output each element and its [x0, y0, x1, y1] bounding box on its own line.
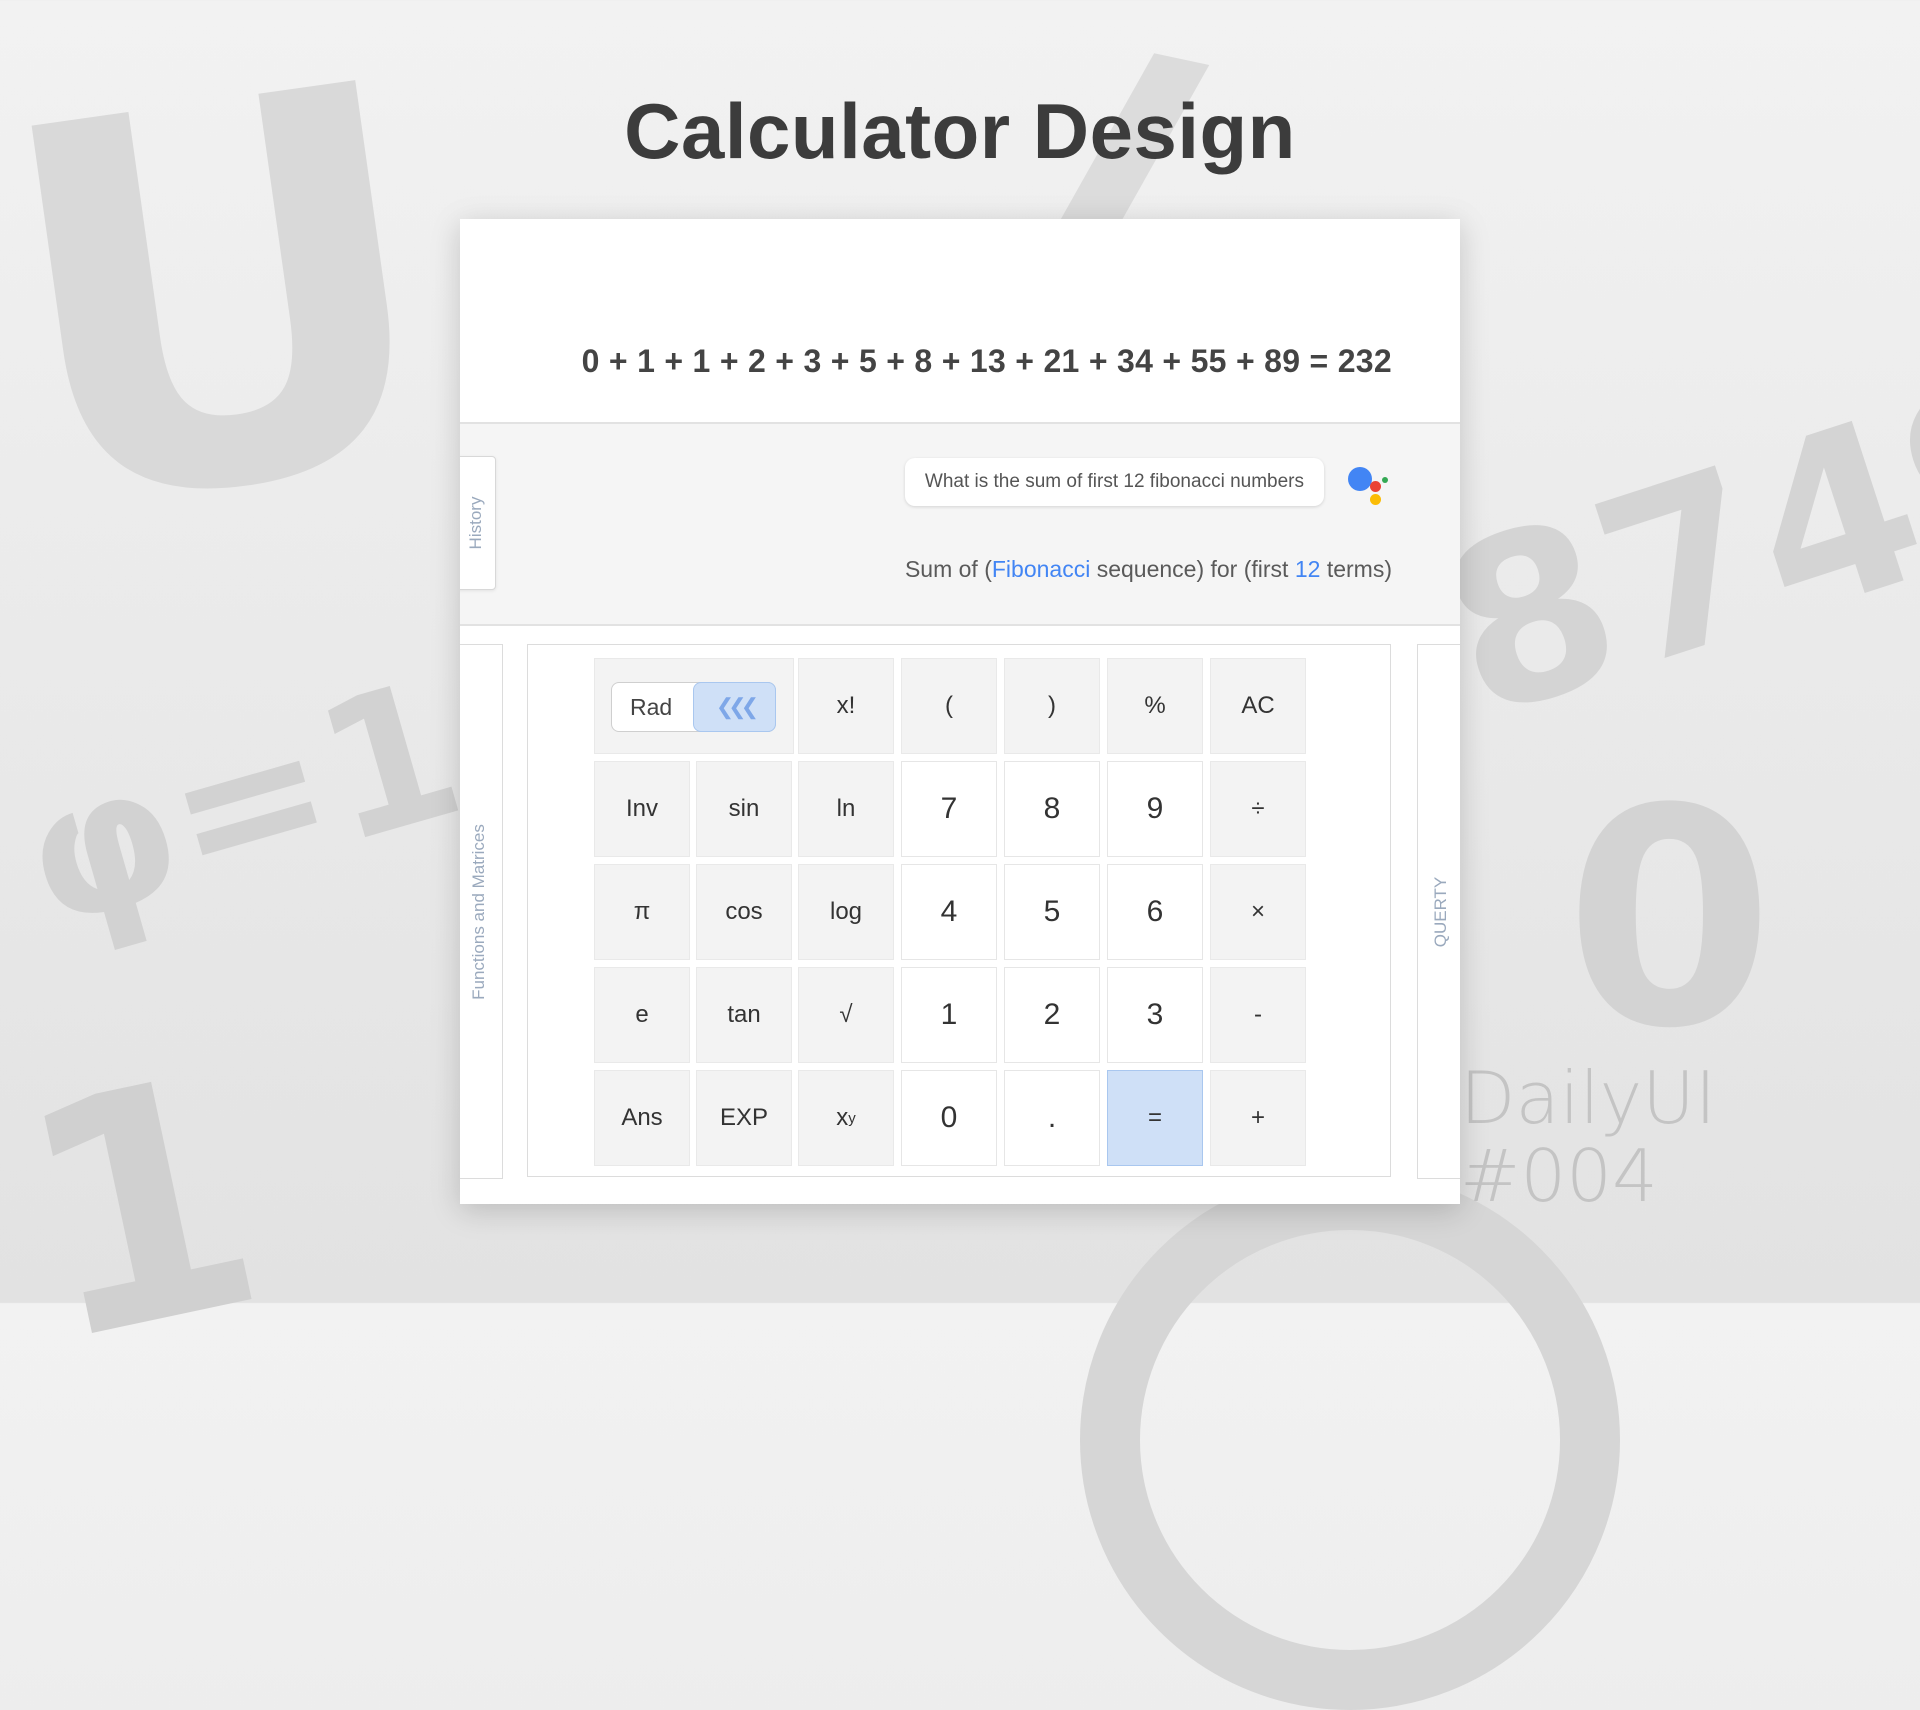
page-title: Calculator Design: [624, 87, 1296, 175]
history-tab-label: History: [466, 496, 485, 550]
keypad: Rad ❮❮❮ x! ( ) % AC Inv sin ln 7 8 9 ÷ π…: [527, 644, 1391, 1177]
power-exponent: y: [848, 1109, 856, 1127]
digit-1-button[interactable]: 1: [901, 967, 997, 1063]
bg-glyph-zero: 0: [1565, 745, 1774, 1094]
digit-3-button[interactable]: 3: [1107, 967, 1203, 1063]
history-tab[interactable]: History: [460, 456, 496, 590]
pi-button[interactable]: π: [594, 864, 690, 960]
bg-glyph-number: 8749: [1414, 318, 1920, 771]
assistant-dot-red: [1370, 481, 1381, 492]
functions-matrices-label: Functions and Matrices: [469, 823, 488, 1000]
digit-5-button[interactable]: 5: [1004, 864, 1100, 960]
decimal-button[interactable]: .: [1004, 1070, 1100, 1166]
display-panel: 0 + 1 + 1 + 2 + 3 + 5 + 8 + 13 + 21 + 34…: [460, 219, 1460, 424]
query-interpretation: Sum of (Fibonacci sequence) for (first 1…: [905, 556, 1392, 583]
sqrt-button[interactable]: √: [798, 967, 894, 1063]
daily-ui-tag: DailyUI #004: [1460, 1056, 1717, 1218]
multiply-button[interactable]: ×: [1210, 864, 1306, 960]
daily-ui-number: #004: [1460, 1133, 1658, 1218]
open-paren-button[interactable]: (: [901, 658, 997, 754]
querty-label: QUERTY: [1431, 876, 1450, 947]
bg-glyph-one: 1: [0, 1004, 289, 1416]
ans-button[interactable]: Ans: [594, 1070, 690, 1166]
daily-ui-label: DailyUI: [1460, 1056, 1717, 1140]
inv-button[interactable]: Inv: [594, 761, 690, 857]
google-assistant-icon[interactable]: [1344, 459, 1392, 507]
interp-text-3: terms): [1320, 556, 1392, 582]
digit-2-button[interactable]: 2: [1004, 967, 1100, 1063]
log-button[interactable]: log: [798, 864, 894, 960]
factorial-button[interactable]: x!: [798, 658, 894, 754]
rad-label: Rad: [630, 694, 673, 720]
interp-highlight-count: 12: [1294, 556, 1321, 582]
assistant-dot-green: [1382, 477, 1388, 483]
minus-button[interactable]: -: [1210, 967, 1306, 1063]
tan-button[interactable]: tan: [696, 967, 792, 1063]
expression-result: 0 + 1 + 1 + 2 + 3 + 5 + 8 + 13 + 21 + 34…: [581, 343, 1392, 379]
interp-text-2: sequence) for (first: [1090, 556, 1295, 582]
cos-button[interactable]: cos: [696, 864, 792, 960]
rad-deg-toggle[interactable]: Rad ❮❮❮: [611, 682, 776, 732]
plus-button[interactable]: +: [1210, 1070, 1306, 1166]
querty-tab[interactable]: QUERTY: [1417, 644, 1460, 1179]
bg-arc: [1080, 1170, 1620, 1710]
all-clear-button[interactable]: AC: [1210, 658, 1306, 754]
keypad-area: Functions and Matrices QUERTY Rad ❮❮❮ x!…: [460, 626, 1460, 1204]
exp-button[interactable]: EXP: [696, 1070, 792, 1166]
query-bubble[interactable]: What is the sum of first 12 fibonacci nu…: [904, 458, 1324, 506]
assistant-dot-yellow: [1370, 494, 1381, 505]
interp-text-1: Sum of (: [904, 556, 992, 582]
query-panel: History What is the sum of first 12 fibo…: [460, 424, 1460, 626]
ln-button[interactable]: ln: [798, 761, 894, 857]
close-paren-button[interactable]: ): [1004, 658, 1100, 754]
digit-8-button[interactable]: 8: [1004, 761, 1100, 857]
interp-highlight-fibonacci: Fibonacci: [991, 556, 1091, 582]
sin-button[interactable]: sin: [696, 761, 792, 857]
e-button[interactable]: e: [594, 967, 690, 1063]
equals-button[interactable]: =: [1107, 1070, 1203, 1166]
assistant-dot-blue: [1348, 467, 1372, 491]
power-base: x: [836, 1104, 849, 1131]
power-button[interactable]: xy: [798, 1070, 894, 1166]
digit-9-button[interactable]: 9: [1107, 761, 1203, 857]
functions-matrices-tab[interactable]: Functions and Matrices: [460, 644, 503, 1179]
divide-button[interactable]: ÷: [1210, 761, 1306, 857]
digit-6-button[interactable]: 6: [1107, 864, 1203, 960]
mode-cell: Rad ❮❮❮: [594, 658, 794, 754]
digit-0-button[interactable]: 0: [901, 1070, 997, 1166]
percent-button[interactable]: %: [1107, 658, 1203, 754]
digit-7-button[interactable]: 7: [901, 761, 997, 857]
calculator-card: 0 + 1 + 1 + 2 + 3 + 5 + 8 + 13 + 21 + 34…: [460, 219, 1460, 1204]
digit-4-button[interactable]: 4: [901, 864, 997, 960]
triple-chevron-left-icon[interactable]: ❮❮❮: [693, 682, 776, 732]
